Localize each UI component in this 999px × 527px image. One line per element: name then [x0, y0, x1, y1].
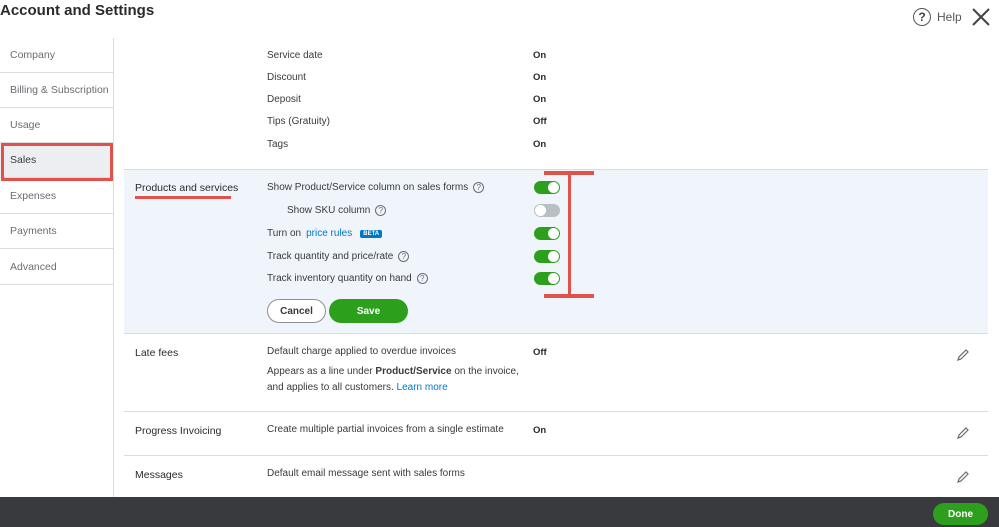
option-label: Show SKU column — [287, 205, 371, 216]
toggle-price-rules[interactable] — [534, 227, 560, 240]
option-label: Track inventory quantity on hand — [267, 273, 412, 284]
section-title: Messages — [135, 469, 183, 481]
note-text: and applies to all customers. — [267, 382, 394, 393]
toggle-track-quantity[interactable] — [534, 250, 560, 263]
products-services-section: Products and services Show Product/Servi… — [124, 170, 988, 334]
setting-description: Default email message sent with sales fo… — [267, 468, 465, 479]
sidebar-item-company[interactable]: Company — [0, 38, 114, 73]
option-label: Track quantity and price/rate — [267, 251, 394, 262]
close-icon[interactable] — [970, 6, 992, 28]
beta-badge: BETA — [360, 229, 383, 238]
sidebar-item-payments[interactable]: Payments — [0, 214, 114, 249]
help-icon: ? — [913, 8, 931, 26]
note-bold: Product/Service — [375, 366, 452, 377]
sales-annotation-box — [1, 143, 113, 181]
sidebar-item-billing[interactable]: Billing & Subscription — [0, 73, 114, 108]
cancel-button[interactable]: Cancel — [267, 299, 326, 323]
setting-value: Off — [533, 116, 547, 127]
toggle-annotation-bracket — [568, 172, 571, 298]
help-button[interactable]: ? Help — [913, 8, 962, 26]
page-title: Account and Settings — [0, 2, 155, 19]
option-label: Show Product/Service column on sales for… — [267, 182, 469, 193]
footer-bar: Done — [0, 497, 999, 527]
done-button[interactable]: Done — [933, 503, 988, 525]
option-show-sku: Show SKU column ? — [287, 205, 387, 216]
option-track-inventory: Track inventory quantity on hand ? — [267, 273, 428, 284]
setting-label: Service date — [267, 50, 323, 61]
sales-form-content: Service date On Discount On Deposit On T… — [124, 38, 988, 170]
option-show-product-column: Show Product/Service column on sales for… — [267, 182, 485, 193]
settings-sidebar: Company Billing & Subscription Usage Sal… — [0, 38, 114, 498]
toggle-annotation-bracket-bottom — [544, 294, 594, 298]
setting-note: Appears as a line under Product/Service … — [267, 364, 519, 396]
section-title: Products and services — [135, 182, 239, 194]
edit-pencil-icon[interactable] — [956, 470, 970, 484]
sidebar-item-expenses[interactable]: Expenses — [0, 179, 114, 214]
settings-main: Service date On Discount On Deposit On T… — [124, 38, 988, 498]
info-icon[interactable]: ? — [473, 182, 485, 193]
note-text: on the invoice, — [454, 366, 519, 377]
learn-more-link[interactable]: Learn more — [397, 382, 448, 393]
setting-value: On — [533, 72, 547, 83]
setting-value: On — [533, 139, 547, 150]
progress-invoicing-section: Progress Invoicing Create multiple parti… — [124, 412, 988, 456]
toggle-sku-column[interactable] — [534, 204, 560, 217]
note-text: Appears as a line under — [267, 366, 373, 377]
toggle-track-inventory[interactable] — [534, 272, 560, 285]
setting-value: Off — [533, 347, 547, 358]
setting-description: Default charge applied to overdue invoic… — [267, 346, 457, 357]
edit-pencil-icon[interactable] — [956, 348, 970, 362]
save-button[interactable]: Save — [329, 299, 408, 323]
sidebar-item-usage[interactable]: Usage — [0, 108, 114, 143]
setting-label: Tips (Gratuity) — [267, 116, 330, 127]
setting-label: Deposit — [267, 94, 301, 105]
edit-pencil-icon[interactable] — [956, 426, 970, 440]
setting-label: Tags — [267, 139, 289, 150]
sidebar-item-advanced[interactable]: Advanced — [0, 250, 114, 285]
late-fees-section: Late fees Default charge applied to over… — [124, 334, 988, 412]
option-label: Turn on — [267, 228, 302, 239]
section-title: Progress Invoicing — [135, 425, 222, 437]
toggle-product-column[interactable] — [534, 181, 560, 194]
setting-description: Create multiple partial invoices from a … — [267, 424, 504, 435]
setting-value: On — [533, 94, 547, 105]
info-icon[interactable]: ? — [375, 205, 387, 216]
option-track-quantity: Track quantity and price/rate ? — [267, 251, 410, 262]
section-title: Late fees — [135, 347, 179, 359]
help-label: Help — [937, 10, 962, 24]
messages-section: Messages Default email message sent with… — [124, 456, 988, 498]
setting-label: Discount — [267, 72, 306, 83]
info-icon[interactable]: ? — [416, 273, 428, 284]
option-price-rules: Turn on price rules BETA — [267, 228, 383, 239]
price-rules-link[interactable]: price rules — [306, 228, 352, 239]
info-icon[interactable]: ? — [398, 251, 410, 262]
setting-value: On — [533, 425, 547, 436]
setting-value: On — [533, 50, 547, 61]
title-annotation-underline — [135, 196, 231, 199]
